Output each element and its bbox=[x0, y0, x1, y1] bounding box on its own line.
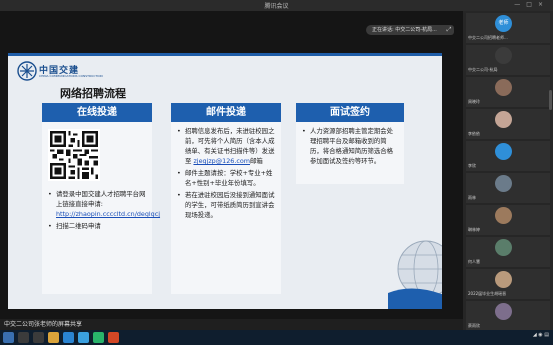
company-logo-icon bbox=[17, 61, 37, 81]
participant-name: 李依依 bbox=[468, 131, 480, 136]
column-body: 招聘信息发布后，未进驻校园之前，可先将个人简历（含本人成绩单、有关证书扫描件等）… bbox=[171, 122, 281, 294]
item-text: 邮件主题请按：学校+专业+姓名+性别+毕业年份填写。 bbox=[185, 169, 273, 187]
participant-tile[interactable]: 周晓玲 bbox=[466, 77, 550, 107]
column-body: 请登录中国交建人才招聘平台网上链接直接申请: http://zhaopin.cc… bbox=[42, 122, 160, 294]
speaking-indicator: 正在讲话: 中交二公司-杭局... bbox=[366, 25, 454, 35]
item-text: 若在进驻校园后没接到通知面试的学生，可带纸质简历到宣讲会现场投递。 bbox=[185, 191, 275, 219]
exit-fullscreen-icon[interactable]: ⤢ bbox=[444, 25, 454, 35]
column-body: 人力资源部招聘主管定期会处理招聘平台及邮箱收到的简历，将合格通知简历筛选合格参加… bbox=[296, 122, 404, 184]
meeting-window: 腾讯会议 —□× 正在讲话: 中交二公司-杭局... ⤢ 中国交建 CHINA … bbox=[0, 0, 553, 345]
column-online: 在线投递 请登录中国交建人才招聘平台网上链接直接申请: http://zhaop… bbox=[42, 103, 160, 294]
logo-subtext: CHINA COMMUNICATIONS CONSTRUCTION bbox=[39, 74, 103, 78]
screen-share-bar[interactable]: 中交二公司张老师的屏幕共享 bbox=[0, 319, 463, 330]
item-text-suffix: 邮箱 bbox=[250, 157, 263, 165]
participant-name: 蔡雨欣 bbox=[468, 323, 480, 328]
participant-name: 2022届毕业生胡瑶晋 bbox=[468, 291, 507, 296]
share-label: 中交二公司张老师的屏幕共享 bbox=[4, 321, 83, 328]
search-icon[interactable] bbox=[18, 332, 29, 343]
slides-app-icon[interactable] bbox=[108, 332, 119, 343]
panel-scrollbar[interactable] bbox=[549, 90, 552, 110]
avatar bbox=[495, 239, 512, 256]
list-item: 若在进驻校园后没接到通知面试的学生，可带纸质简历到宣讲会现场投递。 bbox=[177, 190, 275, 220]
participant-panel: 老师 中交二公司招聘老师... 中交二公司-杭局 周晓玲 李依依 李欣 雨林 琳… bbox=[463, 11, 553, 331]
avatar bbox=[495, 175, 512, 192]
participant-name: 雨林 bbox=[468, 195, 476, 200]
list-item: 招聘信息发布后，未进驻校园之前，可先将个人简历（含本人成绩单、有关证书扫描件等）… bbox=[177, 126, 275, 166]
window-controls[interactable]: —□× bbox=[514, 1, 549, 8]
title-bar: 腾讯会议 —□× bbox=[0, 0, 553, 11]
avatar bbox=[495, 271, 512, 288]
window-title: 腾讯会议 bbox=[264, 3, 289, 10]
participant-name: 何人慧 bbox=[468, 259, 480, 264]
column-interview: 面试签约 人力资源部招聘主管定期会处理招聘平台及邮箱收到的简历，将合格通知简历筛… bbox=[296, 103, 404, 184]
participant-tile[interactable]: 李欣 bbox=[466, 141, 550, 171]
start-icon[interactable] bbox=[3, 332, 14, 343]
avatar bbox=[495, 79, 512, 96]
browser-icon[interactable] bbox=[63, 332, 74, 343]
folder-icon[interactable] bbox=[48, 332, 59, 343]
apply-link[interactable]: http://zhaopin.ccccltd.cn/deglgcj bbox=[56, 210, 160, 218]
column-heading: 面试签约 bbox=[296, 103, 404, 122]
slide-accent-bar bbox=[8, 53, 442, 56]
avatar bbox=[495, 143, 512, 160]
participant-tile[interactable]: 老师 中交二公司招聘老师... bbox=[466, 13, 550, 43]
email-link[interactable]: zjegjzp@126.com bbox=[193, 157, 250, 165]
list-item: 请登录中国交建人才招聘平台网上链接直接申请: http://zhaopin.cc… bbox=[48, 189, 160, 219]
item-text: 请登录中国交建人才招聘平台网上链接直接申请: bbox=[56, 190, 146, 208]
share-stage: 正在讲话: 中交二公司-杭局... ⤢ 中国交建 CHINA COMMUNICA… bbox=[0, 11, 463, 319]
chat-app-icon[interactable] bbox=[93, 332, 104, 343]
item-text: 人力资源部招聘主管定期会处理招聘平台及邮箱收到的简历，将合格通知简历筛选合格参加… bbox=[310, 127, 394, 165]
participant-name: 琳林婷 bbox=[468, 227, 480, 232]
participant-tile[interactable]: 蔡雨欣 bbox=[466, 301, 550, 331]
avatar bbox=[495, 303, 512, 320]
meeting-app-icon[interactable] bbox=[78, 332, 89, 343]
column-heading: 邮件投递 bbox=[171, 103, 281, 122]
qr-code-icon bbox=[48, 129, 100, 181]
avatar bbox=[495, 207, 512, 224]
globe-decoration-icon bbox=[388, 240, 442, 309]
participant-tile[interactable]: 李依依 bbox=[466, 109, 550, 139]
participant-name: 李欣 bbox=[468, 163, 476, 168]
system-tray[interactable]: ◢ ◉ ▤ bbox=[533, 332, 549, 338]
participant-tile[interactable]: 中交二公司-杭局 bbox=[466, 45, 550, 75]
os-taskbar: ◢ ◉ ▤ bbox=[0, 330, 553, 345]
shared-slide: 中国交建 CHINA COMMUNICATIONS CONSTRUCTION 网… bbox=[8, 53, 442, 309]
item-text: 扫描二维码申请 bbox=[56, 222, 101, 230]
participant-tile[interactable]: 2022届毕业生胡瑶晋 bbox=[466, 269, 550, 299]
participant-name: 周晓玲 bbox=[468, 99, 480, 104]
list-item: 人力资源部招聘主管定期会处理招聘平台及邮箱收到的简历，将合格通知简历筛选合格参加… bbox=[302, 126, 398, 166]
avatar bbox=[495, 47, 512, 64]
list-item: 邮件主题请按：学校+专业+姓名+性别+毕业年份填写。 bbox=[177, 168, 275, 188]
participant-name: 中交二公司-杭局 bbox=[468, 67, 498, 72]
avatar bbox=[495, 111, 512, 128]
column-heading: 在线投递 bbox=[42, 103, 152, 122]
participant-name: 中交二公司招聘老师... bbox=[468, 35, 508, 40]
participant-tile[interactable]: 雨林 bbox=[466, 173, 550, 203]
participant-tile[interactable]: 何人慧 bbox=[466, 237, 550, 267]
column-email: 邮件投递 招聘信息发布后，未进驻校园之前，可先将个人简历（含本人成绩单、有关证书… bbox=[171, 103, 281, 294]
list-item: 扫描二维码申请 bbox=[48, 221, 146, 231]
task-view-icon[interactable] bbox=[33, 332, 44, 343]
slide-title: 网络招聘流程 bbox=[60, 87, 126, 100]
avatar: 老师 bbox=[495, 15, 512, 32]
participant-tile[interactable]: 琳林婷 bbox=[466, 205, 550, 235]
